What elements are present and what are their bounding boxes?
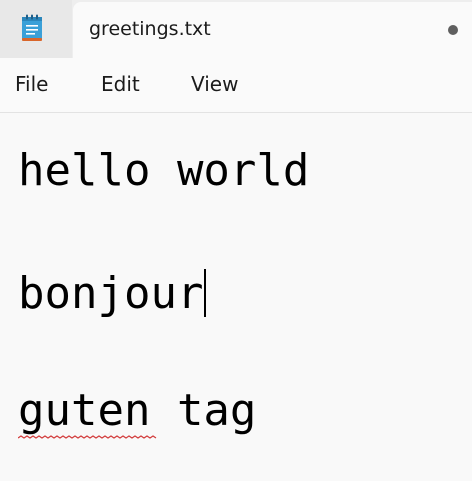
menu-view[interactable]: View: [191, 72, 238, 96]
editor-line-3: guten tag: [18, 389, 256, 433]
line-text: hello world: [18, 145, 310, 196]
tab-greetings[interactable]: greetings.txt: [73, 2, 472, 58]
text-editor[interactable]: hello world bonjour guten tag: [0, 113, 472, 481]
editor-line-1: hello world: [18, 149, 309, 193]
line-text: bonjour: [18, 268, 204, 319]
unsaved-dot-icon[interactable]: [448, 25, 458, 35]
editor-line-2: bonjour: [18, 268, 207, 319]
notepad-window: greetings.txt File Edit View hello world…: [0, 0, 472, 481]
tab-title: greetings.txt: [89, 18, 211, 40]
menu-bar: File Edit View: [0, 58, 472, 113]
line-text: guten tag: [18, 385, 257, 436]
app-icon-area: [0, 0, 72, 58]
menu-file[interactable]: File: [15, 72, 48, 96]
text-caret: [204, 269, 207, 317]
menu-edit[interactable]: Edit: [101, 72, 140, 96]
spellcheck-underline: [18, 435, 157, 439]
title-bar: greetings.txt: [0, 0, 472, 58]
notepad-icon: [22, 14, 42, 41]
